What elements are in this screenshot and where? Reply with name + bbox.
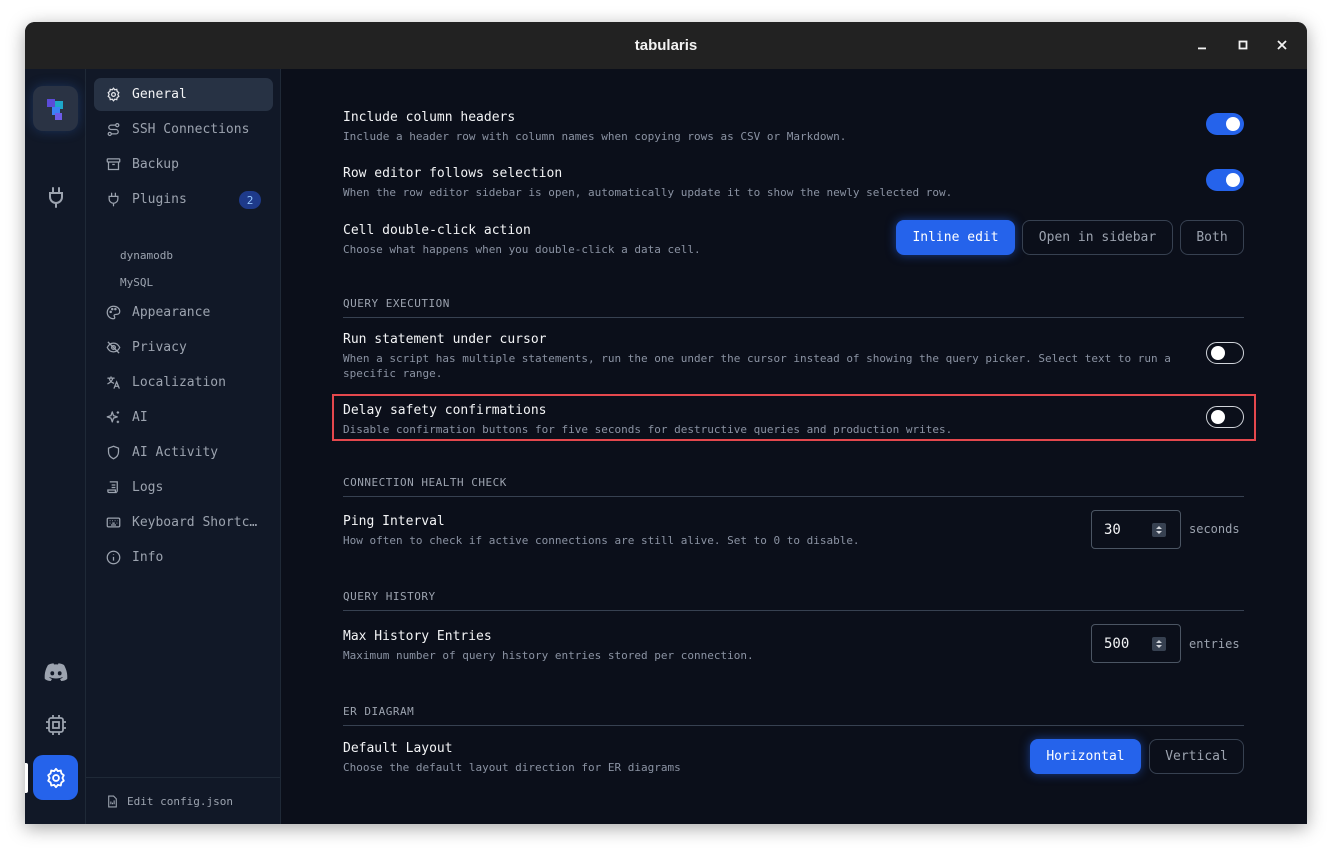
close-icon[interactable] xyxy=(1273,36,1291,54)
setting-description: When the row editor sidebar is open, aut… xyxy=(343,186,953,199)
stepper-icon[interactable] xyxy=(1152,523,1166,537)
settings-content: Include column headers Include a header … xyxy=(281,69,1307,824)
stepper-icon[interactable] xyxy=(1152,637,1166,651)
sidebar-item-localization[interactable]: Localization xyxy=(94,366,273,399)
run-under-cursor-toggle[interactable] xyxy=(1206,342,1244,364)
max-history-unit: entries xyxy=(1189,637,1240,651)
active-indicator xyxy=(25,763,28,793)
scroll-icon xyxy=(105,480,121,496)
section-header-query-history: QUERY HISTORY xyxy=(343,590,1244,611)
section-header-health-check: CONNECTION HEALTH CHECK xyxy=(343,476,1244,497)
setting-title: Delay safety confirmations xyxy=(343,403,547,418)
title-bar: tabularis xyxy=(25,22,1307,69)
discord-icon[interactable] xyxy=(33,649,78,694)
sparkles-icon xyxy=(105,410,121,426)
vertical-button[interactable]: Vertical xyxy=(1149,739,1244,774)
delay-confirmations-toggle[interactable] xyxy=(1206,406,1244,428)
setting-include-headers: Include column headers Include a header … xyxy=(343,109,1243,144)
plugin-item-dynamodb[interactable]: dynamodb xyxy=(120,249,173,262)
app-logo-icon[interactable] xyxy=(33,86,78,131)
settings-sidebar: General SSH Connections Backup Plugins 2… xyxy=(86,69,281,824)
maximize-icon[interactable] xyxy=(1234,36,1252,54)
plugin-item-mysql[interactable]: MySQL xyxy=(120,276,153,289)
app-window: tabularis General SSH Connections Backup… xyxy=(25,22,1307,824)
sidebar-item-keyboard-shortcuts[interactable]: Keyboard Shortcuts xyxy=(94,506,273,539)
horizontal-button[interactable]: Horizontal xyxy=(1030,739,1141,774)
sidebar-item-ssh-connections[interactable]: SSH Connections xyxy=(94,113,273,146)
minimize-icon[interactable] xyxy=(1193,36,1211,54)
setting-description: Disable confirmation buttons for five se… xyxy=(343,423,953,436)
sidebar-item-general[interactable]: General xyxy=(94,78,273,111)
palette-icon xyxy=(105,305,121,321)
plug-icon[interactable] xyxy=(33,174,78,219)
section-header-er-diagram: ER DIAGRAM xyxy=(343,705,1244,726)
sidebar-item-info[interactable]: Info xyxy=(94,541,273,574)
edit-config-link[interactable]: Edit config.json xyxy=(86,777,280,824)
setting-description: How often to check if active connections… xyxy=(343,534,860,547)
open-in-sidebar-button[interactable]: Open in sidebar xyxy=(1022,220,1173,255)
row-editor-toggle[interactable] xyxy=(1206,169,1244,191)
sidebar-item-ai-activity[interactable]: AI Activity xyxy=(94,436,273,469)
setting-title: Include column headers xyxy=(343,110,516,125)
sidebar-item-backup[interactable]: Backup xyxy=(94,148,273,181)
settings-gear-icon[interactable] xyxy=(33,755,78,800)
section-header-query-execution: QUERY EXECUTION xyxy=(343,297,1244,318)
ssh-route-icon xyxy=(105,122,121,138)
ping-interval-unit: seconds xyxy=(1189,522,1240,536)
sidebar-item-plugins[interactable]: Plugins 2 xyxy=(94,183,273,216)
ping-interval-input[interactable]: 30 xyxy=(1091,510,1181,549)
setting-description: When a script has multiple statements, r… xyxy=(343,352,1171,380)
shield-icon xyxy=(105,445,121,461)
activity-rail xyxy=(25,69,86,824)
sidebar-item-appearance[interactable]: Appearance xyxy=(94,296,273,329)
setting-row-editor: Row editor follows selection When the ro… xyxy=(343,165,1243,200)
window-title: tabularis xyxy=(634,37,698,54)
sidebar-item-ai[interactable]: AI xyxy=(94,401,273,434)
archive-icon xyxy=(105,157,121,173)
setting-description: Maximum number of query history entries … xyxy=(343,649,754,662)
setting-delay-confirmations: Delay safety confirmations Disable confi… xyxy=(343,402,1243,437)
include-headers-toggle[interactable] xyxy=(1206,113,1244,135)
plugins-count-badge: 2 xyxy=(239,191,261,209)
gear-icon xyxy=(105,87,121,103)
languages-icon xyxy=(105,375,121,391)
setting-title: Run statement under cursor xyxy=(343,332,547,347)
cpu-icon[interactable] xyxy=(33,702,78,747)
inline-edit-button[interactable]: Inline edit xyxy=(896,220,1015,255)
setting-title: Row editor follows selection xyxy=(343,166,563,181)
keyboard-icon xyxy=(105,515,121,531)
both-button[interactable]: Both xyxy=(1180,220,1244,255)
setting-run-under-cursor: Run statement under cursor When a script… xyxy=(343,331,1243,381)
file-code-icon xyxy=(105,794,119,808)
setting-description: Include a header row with column names w… xyxy=(343,130,847,143)
sidebar-item-privacy[interactable]: Privacy xyxy=(94,331,273,364)
eye-off-icon xyxy=(105,340,121,356)
plug-icon xyxy=(105,192,121,208)
info-icon xyxy=(105,550,121,566)
sidebar-item-logs[interactable]: Logs xyxy=(94,471,273,504)
max-history-input[interactable]: 500 xyxy=(1091,624,1181,663)
